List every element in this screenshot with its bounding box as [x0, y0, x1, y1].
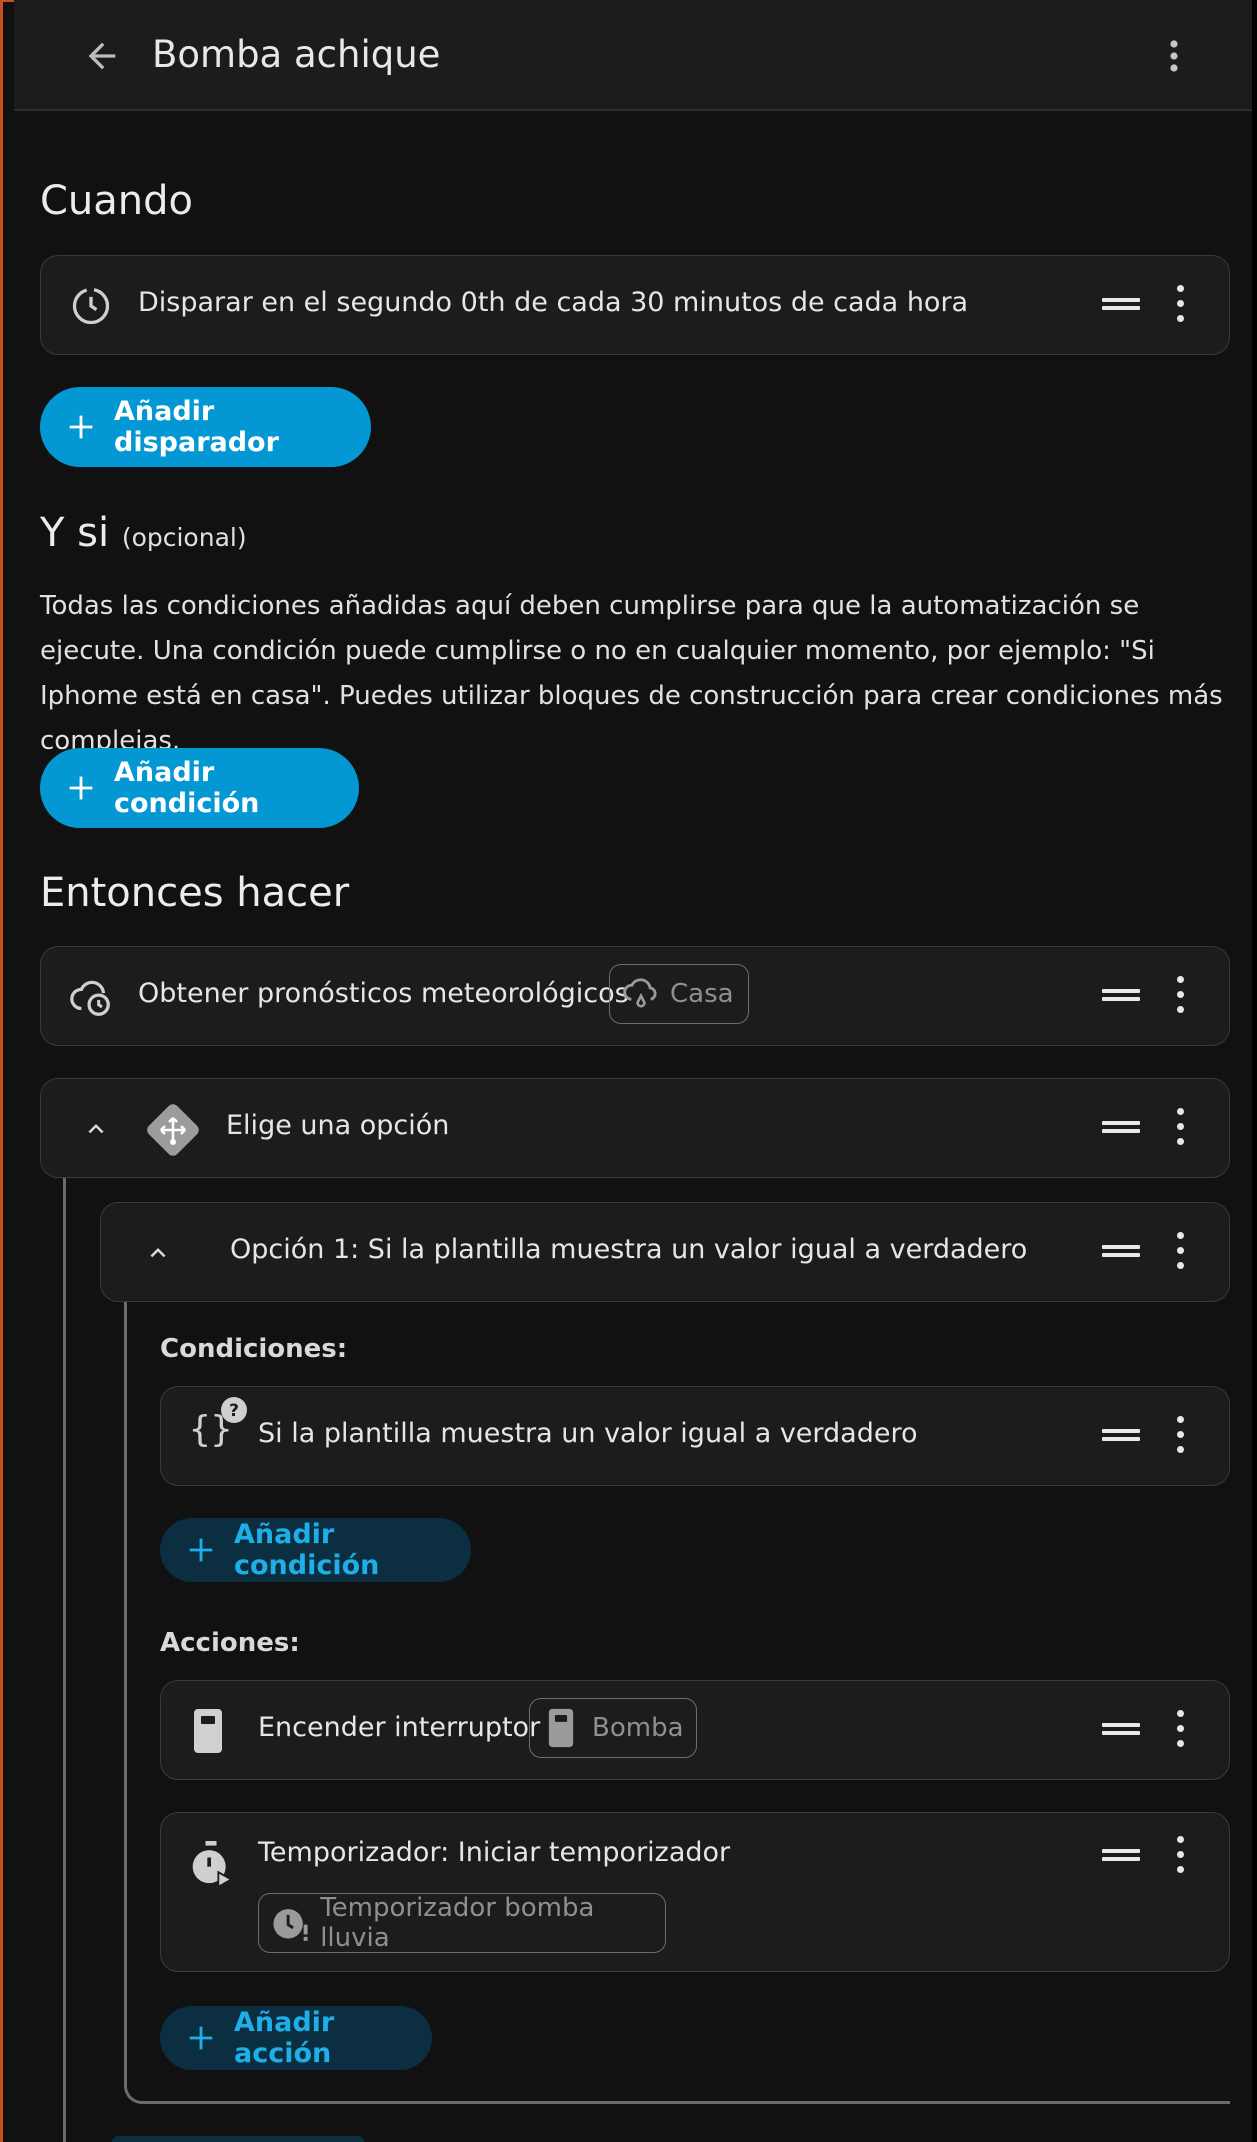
more-vertical-icon[interactable] [1165, 1833, 1195, 1877]
add-trigger-button[interactable]: Añadir disparador [40, 387, 371, 467]
add-action-button[interactable]: Añadir acción [160, 2006, 432, 2070]
switch-action-card[interactable]: Encender interruptor Bomba [160, 1680, 1230, 1780]
drag-handle[interactable] [1101, 1709, 1141, 1749]
timer-play-icon [192, 1841, 233, 1887]
drag-handle[interactable] [1101, 1835, 1141, 1875]
overflow-menu-button[interactable] [1154, 30, 1194, 82]
conditions-description: Todas las condiciones añadidas aquí debe… [40, 591, 1223, 756]
actions-label: Acciones: [160, 1628, 300, 1658]
timer-action-card[interactable]: Temporizador: Iniciar temporizador Tempo… [160, 1812, 1230, 1972]
choose-diamond-icon [147, 1104, 199, 1156]
svg-text:?: ? [229, 1401, 239, 1421]
add-condition-button[interactable]: Añadir condición [40, 748, 359, 828]
plus-icon [189, 1538, 213, 1562]
page-title: Bomba achique [152, 33, 441, 76]
switch-action-text: Encender interruptor [258, 1712, 541, 1743]
trigger-card[interactable]: Disparar en el segundo 0th de cada 30 mi… [40, 255, 1230, 355]
drag-handle[interactable] [1101, 1231, 1141, 1271]
add-action-label: Añadir acción [234, 2007, 335, 2069]
more-vertical-icon[interactable] [1165, 1707, 1195, 1751]
arrow-left-icon [88, 42, 116, 70]
back-button[interactable] [70, 30, 134, 82]
conditions-heading-text: Y si [40, 510, 110, 556]
more-vertical-icon[interactable] [1165, 282, 1195, 326]
plus-icon [69, 415, 93, 439]
optional-label: (opcional) [121, 523, 247, 552]
template-condition-card[interactable]: {} ? Si la plantilla muestra un valor ig… [160, 1386, 1230, 1486]
cloud-rain-icon [623, 978, 657, 1008]
plus-icon [69, 776, 93, 800]
weather-chip-label: Casa [670, 979, 734, 1009]
clock-pattern-icon [72, 287, 110, 325]
weather-entity-chip[interactable]: Casa [609, 964, 749, 1024]
question-badge-icon: ? [221, 1397, 247, 1423]
option-1-title: Opción 1: Si la plantilla muestra un val… [230, 1234, 1028, 1265]
choose-tree-line [63, 1178, 66, 2142]
weather-action-text: Obtener pronósticos meteorológicos [138, 978, 629, 1009]
drag-handle[interactable] [1101, 1107, 1141, 1147]
conditions-label: Condiciones: [160, 1334, 348, 1364]
more-vertical-icon[interactable] [1165, 973, 1195, 1017]
chevron-up-icon[interactable] [81, 1114, 111, 1144]
more-vertical-icon[interactable] [1165, 1413, 1195, 1457]
weather-cloud-clock-icon [70, 980, 110, 1016]
next-button-peek[interactable] [112, 2136, 364, 2142]
timer-entity-chip[interactable]: Temporizador bomba lluvia [258, 1893, 666, 1953]
when-heading: Cuando [40, 178, 194, 224]
light-switch-icon [548, 1708, 574, 1748]
plus-icon [189, 2026, 213, 2050]
more-vertical-icon[interactable] [1165, 1105, 1195, 1149]
light-switch-icon [194, 1709, 222, 1753]
more-vertical-icon[interactable] [1165, 1229, 1195, 1273]
chevron-up-icon[interactable] [143, 1238, 173, 1268]
choose-action-text: Elige una opción [226, 1110, 450, 1141]
window-edge [1252, 0, 1257, 2142]
weather-action-card[interactable]: Obtener pronósticos meteorológicos Casa [40, 946, 1230, 1046]
template-condition-text: Si la plantilla muestra un valor igual a… [258, 1418, 918, 1449]
add-nested-condition-label: Añadir condición [234, 1519, 380, 1581]
switch-entity-chip[interactable]: Bomba [529, 1698, 697, 1758]
choose-action-card[interactable]: Elige una opción [40, 1078, 1230, 1178]
trigger-text: Disparar en el segundo 0th de cada 30 mi… [138, 287, 969, 318]
conditions-heading: Y si (opcional) [40, 510, 247, 556]
timer-alert-icon [273, 1909, 308, 1941]
timer-action-text: Temporizador: Iniciar temporizador [258, 1837, 731, 1868]
drag-handle[interactable] [1101, 975, 1141, 1015]
switch-chip-label: Bomba [592, 1713, 684, 1743]
drag-handle[interactable] [1101, 284, 1141, 324]
actions-heading: Entonces hacer [40, 870, 350, 916]
drag-handle[interactable] [1101, 1415, 1141, 1455]
add-trigger-label: Añadir disparador [114, 396, 279, 458]
add-nested-condition-button[interactable]: Añadir condición [160, 1518, 471, 1582]
option-1-header[interactable]: Opción 1: Si la plantilla muestra un val… [100, 1202, 1230, 1302]
timer-chip-label: Temporizador bomba lluvia [320, 1893, 595, 1953]
add-condition-label: Añadir condición [114, 757, 260, 819]
more-vertical-icon [1170, 40, 1178, 72]
top-app-bar: Bomba achique [14, 0, 1252, 111]
